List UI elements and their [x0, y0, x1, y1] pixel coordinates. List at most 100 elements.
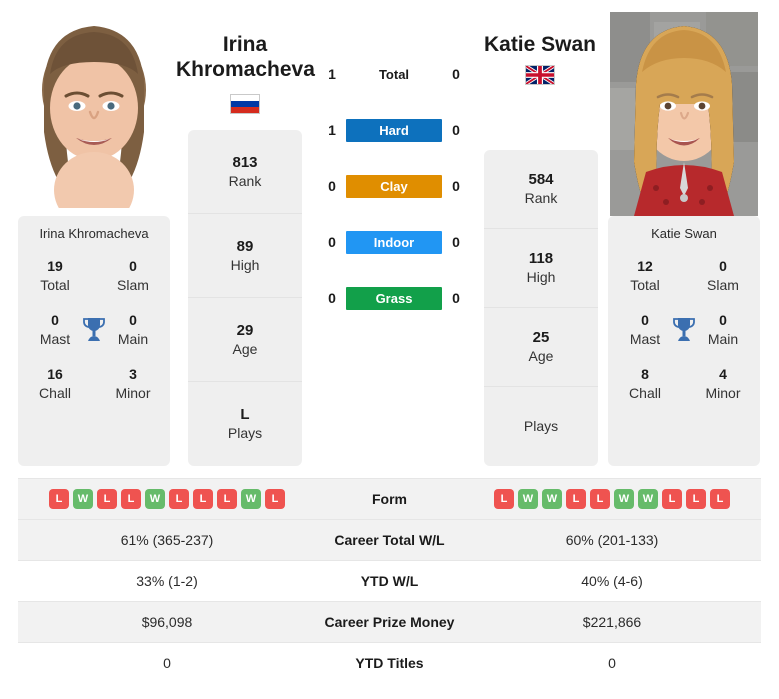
form-badge: W [73, 489, 93, 509]
h2h-total-left: 1 [328, 66, 336, 82]
attribute-plays-left: L Plays [188, 382, 302, 466]
attribute-age-left-value: 29 [236, 321, 254, 339]
titles-slam-right-label: Slam [707, 277, 739, 293]
h2h-grass-label[interactable]: Grass [346, 286, 442, 310]
form-badge: L [566, 489, 586, 509]
attributes-card-left: 813 Rank 89 High 29 Age L Plays [188, 130, 302, 466]
titles-chall-right-label: Chall [629, 385, 661, 401]
attribute-high-left-label: High [230, 256, 260, 273]
form-badge: L [265, 489, 285, 509]
h2h-clay-label[interactable]: Clay [346, 174, 442, 198]
form-badge: L [97, 489, 117, 509]
titles-row-2-left: 0 Mast 0 Main [24, 311, 164, 349]
attribute-plays-right: Plays [484, 387, 598, 466]
player-name-left: Irina Khromacheva [176, 32, 315, 82]
attribute-plays-right-label: Plays [523, 418, 559, 434]
attribute-rank-left-label: Rank [228, 172, 262, 189]
form-badge: L [686, 489, 706, 509]
titles-chall-right: 8 Chall [614, 365, 676, 403]
attribute-rank-right-value: 584 [528, 171, 554, 188]
titles-main-left-value: 0 [129, 312, 137, 328]
h2h-grass-right: 0 [452, 290, 460, 306]
h2h-total-right: 0 [452, 66, 460, 82]
titles-minor-left-value: 3 [129, 366, 137, 382]
form-left-cell: LWLLWLLLWL [18, 478, 316, 520]
titles-main-right-value: 0 [719, 312, 727, 328]
titles-row-3-right: 8 Chall 4 Minor [614, 365, 754, 403]
attributes-card-right: 584 Rank 118 High 25 Age Plays [484, 150, 598, 466]
attribute-rank-left-value: 813 [232, 153, 258, 171]
attribute-high-right-label: High [526, 269, 556, 285]
titles-total-right-label: Total [630, 277, 660, 293]
attribute-rank-right: 584 Rank [484, 150, 598, 229]
titles-mast-left-value: 0 [51, 312, 59, 328]
h2h-row-indoor: 0 Indoor 0 [318, 228, 470, 256]
form-badge: W [241, 489, 261, 509]
form-badge: W [614, 489, 634, 509]
career-prize-right: $221,866 [463, 601, 761, 643]
h2h-row-clay: 0 Clay 0 [318, 172, 470, 200]
form-badge: L [121, 489, 141, 509]
titles-main-right: 0 Main [692, 311, 754, 349]
h2h-hard-label[interactable]: Hard [346, 118, 442, 142]
form-strip-left: LWLLWLLLWL [18, 489, 316, 509]
player-name-left-line2: Khromacheva [176, 58, 315, 81]
titles-total-left-value: 19 [47, 258, 63, 274]
ytd-wl-left: 33% (1-2) [18, 560, 316, 602]
attribute-age-right-label: Age [528, 348, 554, 364]
h2h-total-label: Total [378, 66, 410, 82]
titles-chall-left-label: Chall [39, 385, 71, 401]
h2h-row-hard: 1 Hard 0 [318, 116, 470, 144]
player-photo-right [610, 12, 758, 216]
titles-slam-right-value: 0 [719, 258, 727, 274]
stat-label-ytd-titles: YTD Titles [316, 642, 463, 684]
form-badge: L [494, 489, 514, 509]
table-row: 0 YTD Titles 0 [18, 642, 761, 684]
career-prize-left: $96,098 [18, 601, 316, 643]
titles-heading-left: Irina Khromacheva [39, 226, 149, 241]
titles-chall-left: 16 Chall [24, 365, 86, 403]
attribute-rank-left: 813 Rank [188, 130, 302, 214]
titles-heading-right: Katie Swan [651, 226, 717, 241]
career-wl-left: 61% (365-237) [18, 519, 316, 561]
titles-mast-left: 0 Mast [24, 311, 86, 349]
titles-grid-left: 19 Total 0 Slam 0 Mast 0 Main 16 Chall 3… [24, 257, 164, 403]
h2h-indoor-label[interactable]: Indoor [346, 230, 442, 254]
titles-mast-left-label: Mast [39, 331, 71, 347]
form-badge: W [638, 489, 658, 509]
form-badge: L [662, 489, 682, 509]
titles-chall-left-value: 16 [47, 366, 63, 382]
attribute-high-left-value: 89 [236, 237, 254, 255]
h2h-row-grass: 0 Grass 0 [318, 284, 470, 312]
player-comparison-page: Irina Khromacheva Katie Swan 813 Rank 89… [0, 0, 779, 699]
attribute-high-right: 118 High [484, 229, 598, 308]
attribute-age-right: 25 Age [484, 308, 598, 387]
titles-total-right: 12 Total [614, 257, 676, 295]
ytd-titles-right: 0 [463, 642, 761, 684]
stat-label-form: Form [316, 478, 463, 520]
form-badge: L [169, 489, 189, 509]
form-badge: L [193, 489, 213, 509]
titles-mast-right-label: Mast [629, 331, 661, 347]
stat-label-career-wl: Career Total W/L [316, 519, 463, 561]
h2h-clay-left: 0 [328, 178, 336, 194]
titles-mast-right: 0 Mast [614, 311, 676, 349]
player-name-left-line1: Irina [222, 33, 268, 56]
h2h-hard-left: 1 [328, 122, 336, 138]
table-row: $96,098 Career Prize Money $221,866 [18, 601, 761, 643]
titles-card-right: Katie Swan 12 Total 0 Slam 0 Mast 0 Main… [608, 216, 760, 466]
titles-row-1-right: 12 Total 0 Slam [614, 257, 754, 295]
form-badge: L [710, 489, 730, 509]
h2h-row-total: 1 Total 0 [318, 60, 470, 88]
attribute-plays-left-value: L [240, 406, 250, 423]
h2h-hard-right: 0 [452, 122, 460, 138]
h2h-indoor-left: 0 [328, 234, 336, 250]
stat-label-ytd-wl: YTD W/L [316, 560, 463, 602]
table-row: 61% (365-237) Career Total W/L 60% (201-… [18, 519, 761, 561]
form-badge: L [217, 489, 237, 509]
attribute-age-right-value: 25 [532, 329, 550, 346]
titles-main-right-label: Main [707, 331, 739, 347]
titles-card-left: Irina Khromacheva 19 Total 0 Slam 0 Mast… [18, 216, 170, 466]
comparison-header: Irina Khromacheva Katie Swan 813 Rank 89… [0, 0, 779, 478]
form-badge: W [145, 489, 165, 509]
